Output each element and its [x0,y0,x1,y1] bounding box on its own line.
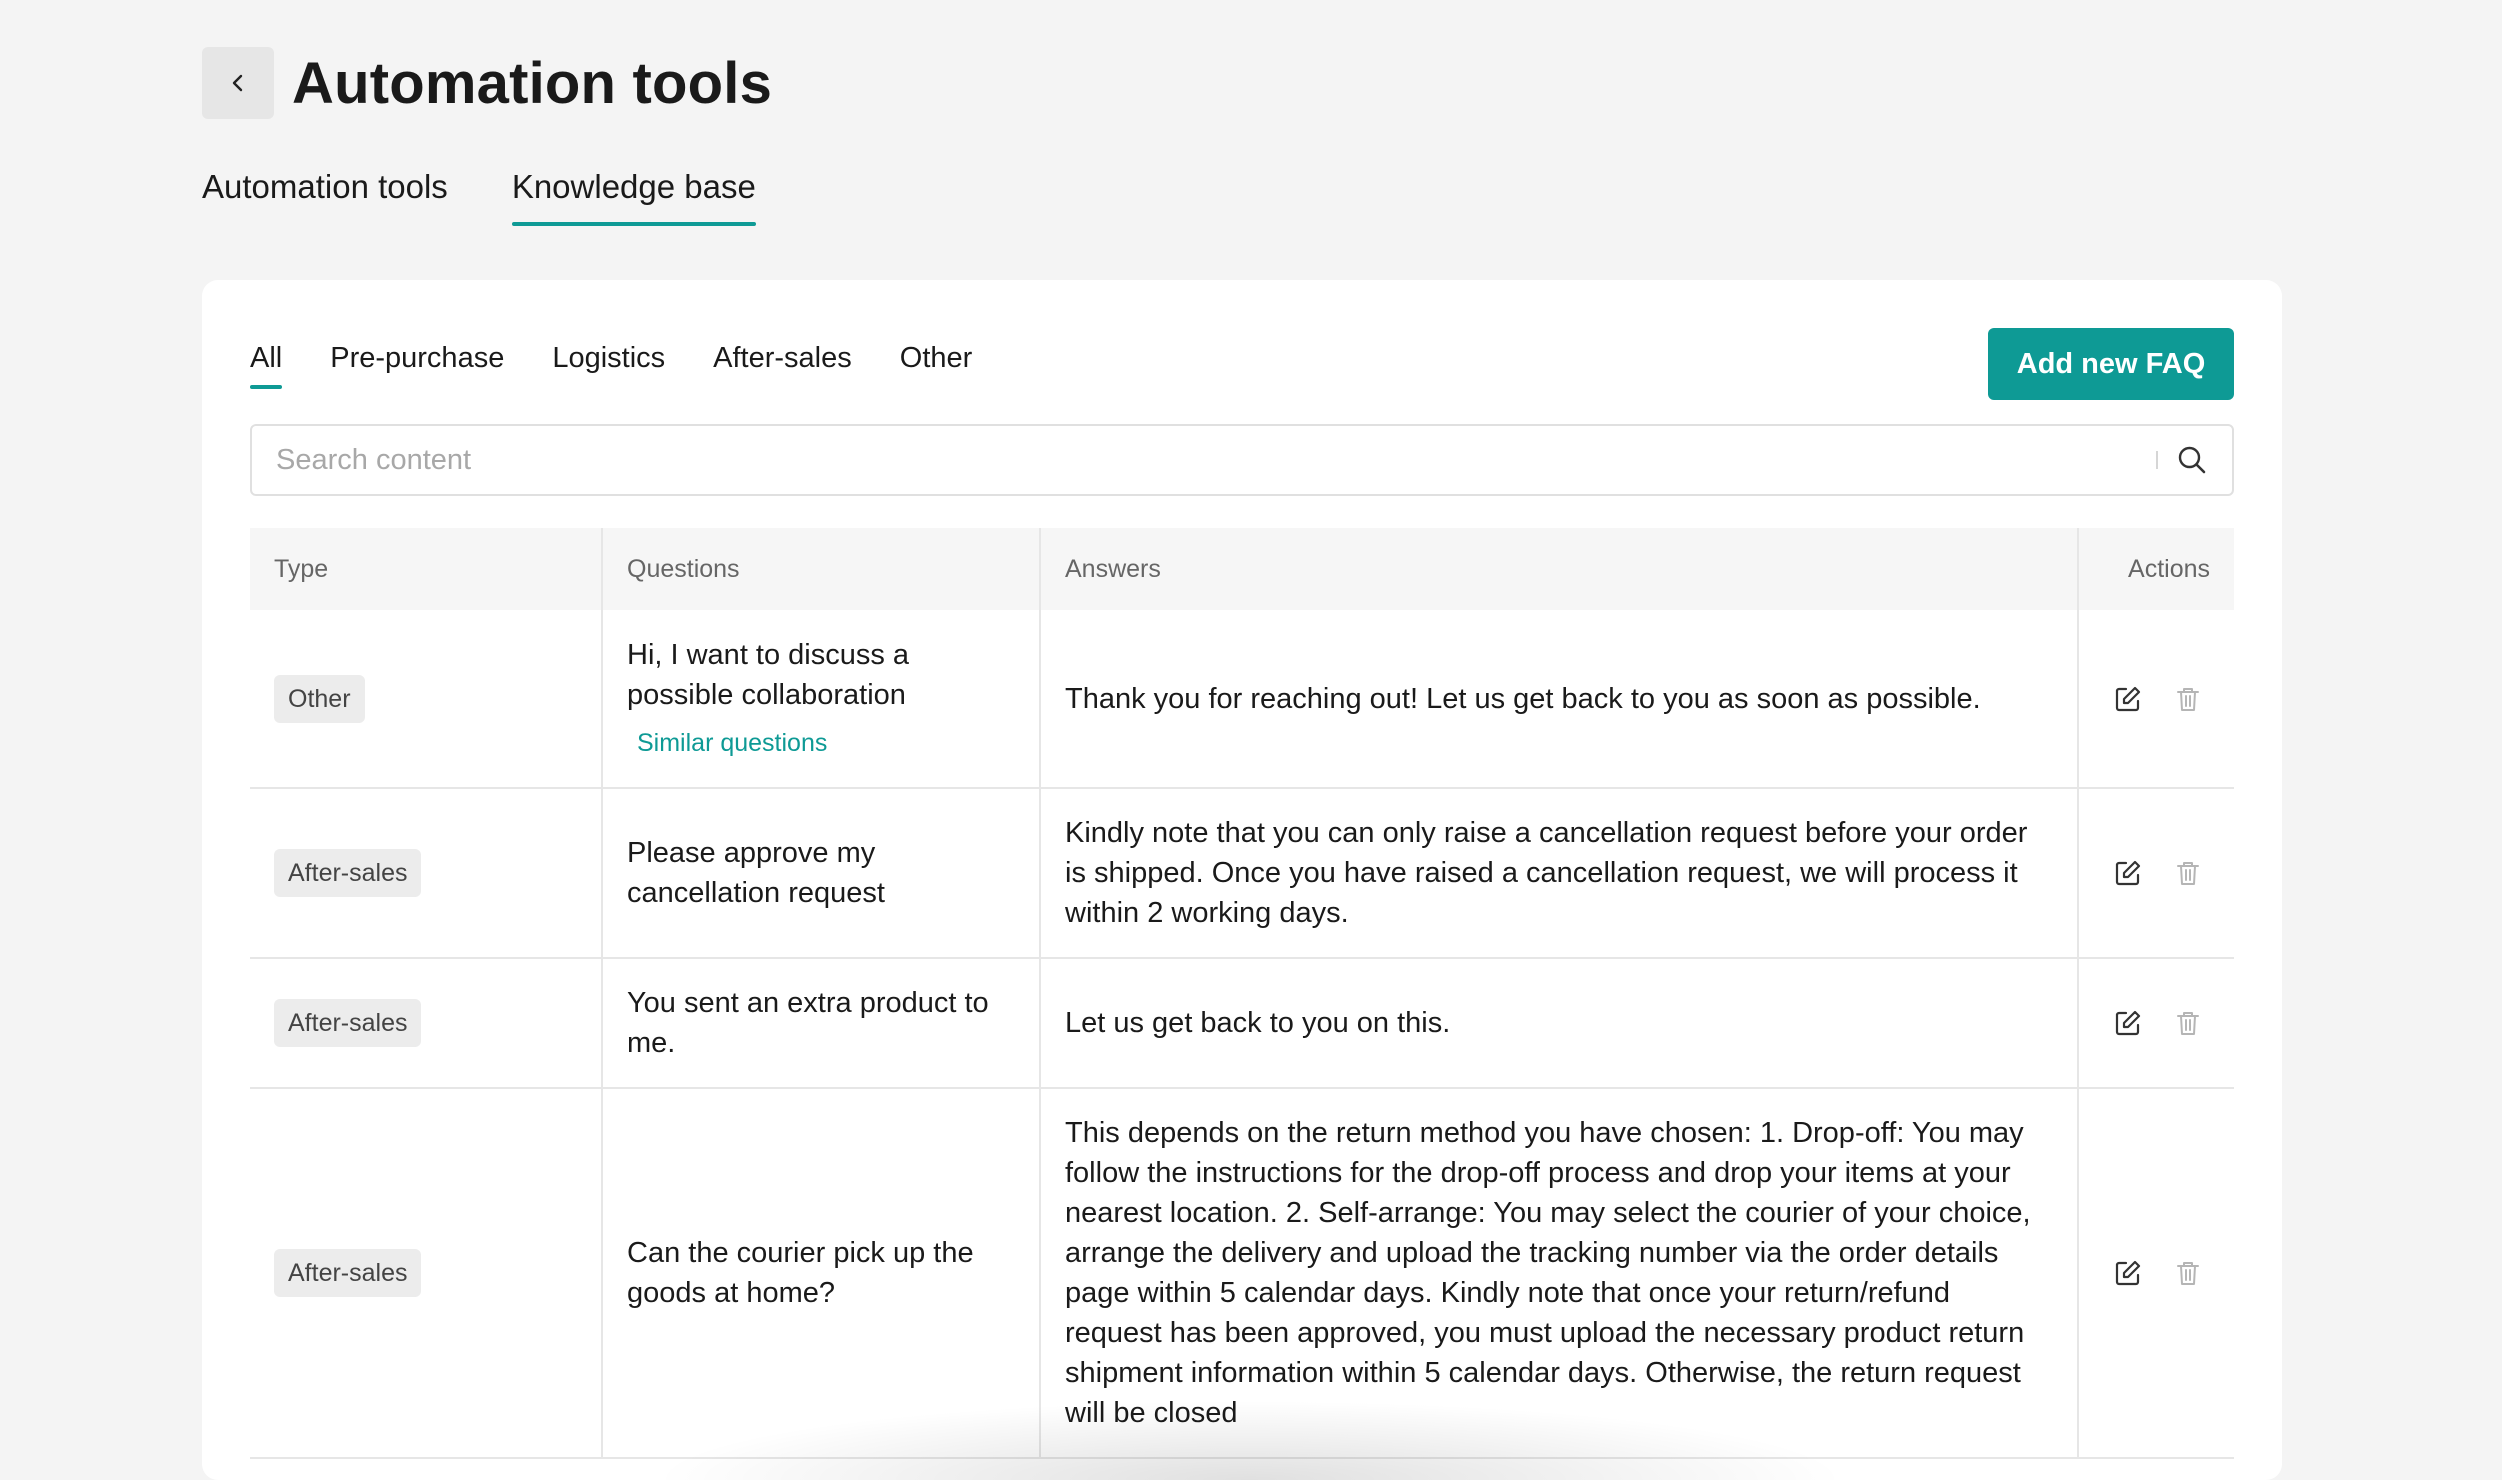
tab-knowledge-base[interactable]: Knowledge base [511,168,756,226]
type-badge: After-sales [274,849,422,897]
trash-icon[interactable] [2173,858,2203,888]
filter-tab-logistics[interactable]: Logistics [552,342,665,389]
column-header-questions: Questions [602,528,1041,610]
table-row: After-sales You sent an extra product to… [250,958,2234,1089]
filter-tab-pre-purchase[interactable]: Pre-purchase [330,342,504,389]
search-input[interactable] [252,426,2156,494]
faq-table: Type Questions Answers Actions Other Hi,… [250,528,2234,1459]
actions-cell [2078,610,2234,789]
filter-tab-after-sales[interactable]: After-sales [713,342,852,389]
page-title: Automation tools [292,50,773,116]
type-cell: After-sales [250,788,603,959]
tab-automation-tools[interactable]: Automation tools [202,168,448,226]
type-badge: After-sales [274,1249,422,1297]
filter-tab-other[interactable]: Other [900,342,973,389]
type-badge: After-sales [274,999,422,1047]
trash-icon[interactable] [2173,1008,2203,1038]
type-cell: After-sales [250,958,603,1089]
question-cell: Please approve my cancellation request [602,788,1041,959]
actions-cell [2078,788,2234,959]
edit-icon[interactable] [2113,1008,2143,1038]
chevron-left-icon [232,74,243,92]
edit-icon[interactable] [2113,858,2143,888]
answer-cell: This depends on the return method you ha… [1040,1088,2079,1459]
answer-cell: Let us get back to you on this. [1040,958,2079,1089]
add-new-faq-button[interactable]: Add new FAQ [1988,328,2234,400]
trash-icon[interactable] [2173,1258,2203,1288]
question-cell: Hi, I want to discuss a possible collabo… [602,610,1041,789]
search-box [250,424,2234,496]
table-row: Other Hi, I want to discuss a possible c… [250,610,2234,789]
trash-icon[interactable] [2173,684,2203,714]
back-button[interactable] [202,47,274,119]
search-divider [2156,451,2158,469]
answer-cell: Thank you for reaching out! Let us get b… [1040,610,2079,789]
type-cell: After-sales [250,1088,603,1459]
column-header-answers: Answers [1040,528,2079,610]
knowledge-base-card: All Pre-purchase Logistics After-sales O… [202,280,2282,1480]
edit-icon[interactable] [2113,1258,2143,1288]
column-header-actions: Actions [2078,528,2234,610]
page-header: Automation tools [202,47,772,119]
type-cell: Other [250,610,603,789]
question-cell: You sent an extra product to me. [602,958,1041,1089]
answer-cell: Kindly note that you can only raise a ca… [1040,788,2079,959]
question-text: Hi, I want to discuss a possible collabo… [627,638,910,711]
search-icon[interactable] [2176,444,2208,476]
similar-questions-link[interactable]: Similar questions [627,723,1015,763]
edit-icon[interactable] [2113,684,2143,714]
filter-tab-all[interactable]: All [250,342,283,389]
actions-cell [2078,1088,2234,1459]
column-header-type: Type [250,528,603,610]
type-badge: Other [274,674,365,723]
question-cell: Can the courier pick up the goods at hom… [602,1088,1041,1459]
table-row: After-sales Please approve my cancellati… [250,788,2234,959]
table-header-row: Type Questions Answers Actions [250,528,2234,610]
table-row: After-sales Can the courier pick up the … [250,1088,2234,1459]
main-tabs: Automation tools Knowledge base [202,168,756,226]
actions-cell [2078,958,2234,1089]
filter-tabs: All Pre-purchase Logistics After-sales O… [250,342,972,389]
